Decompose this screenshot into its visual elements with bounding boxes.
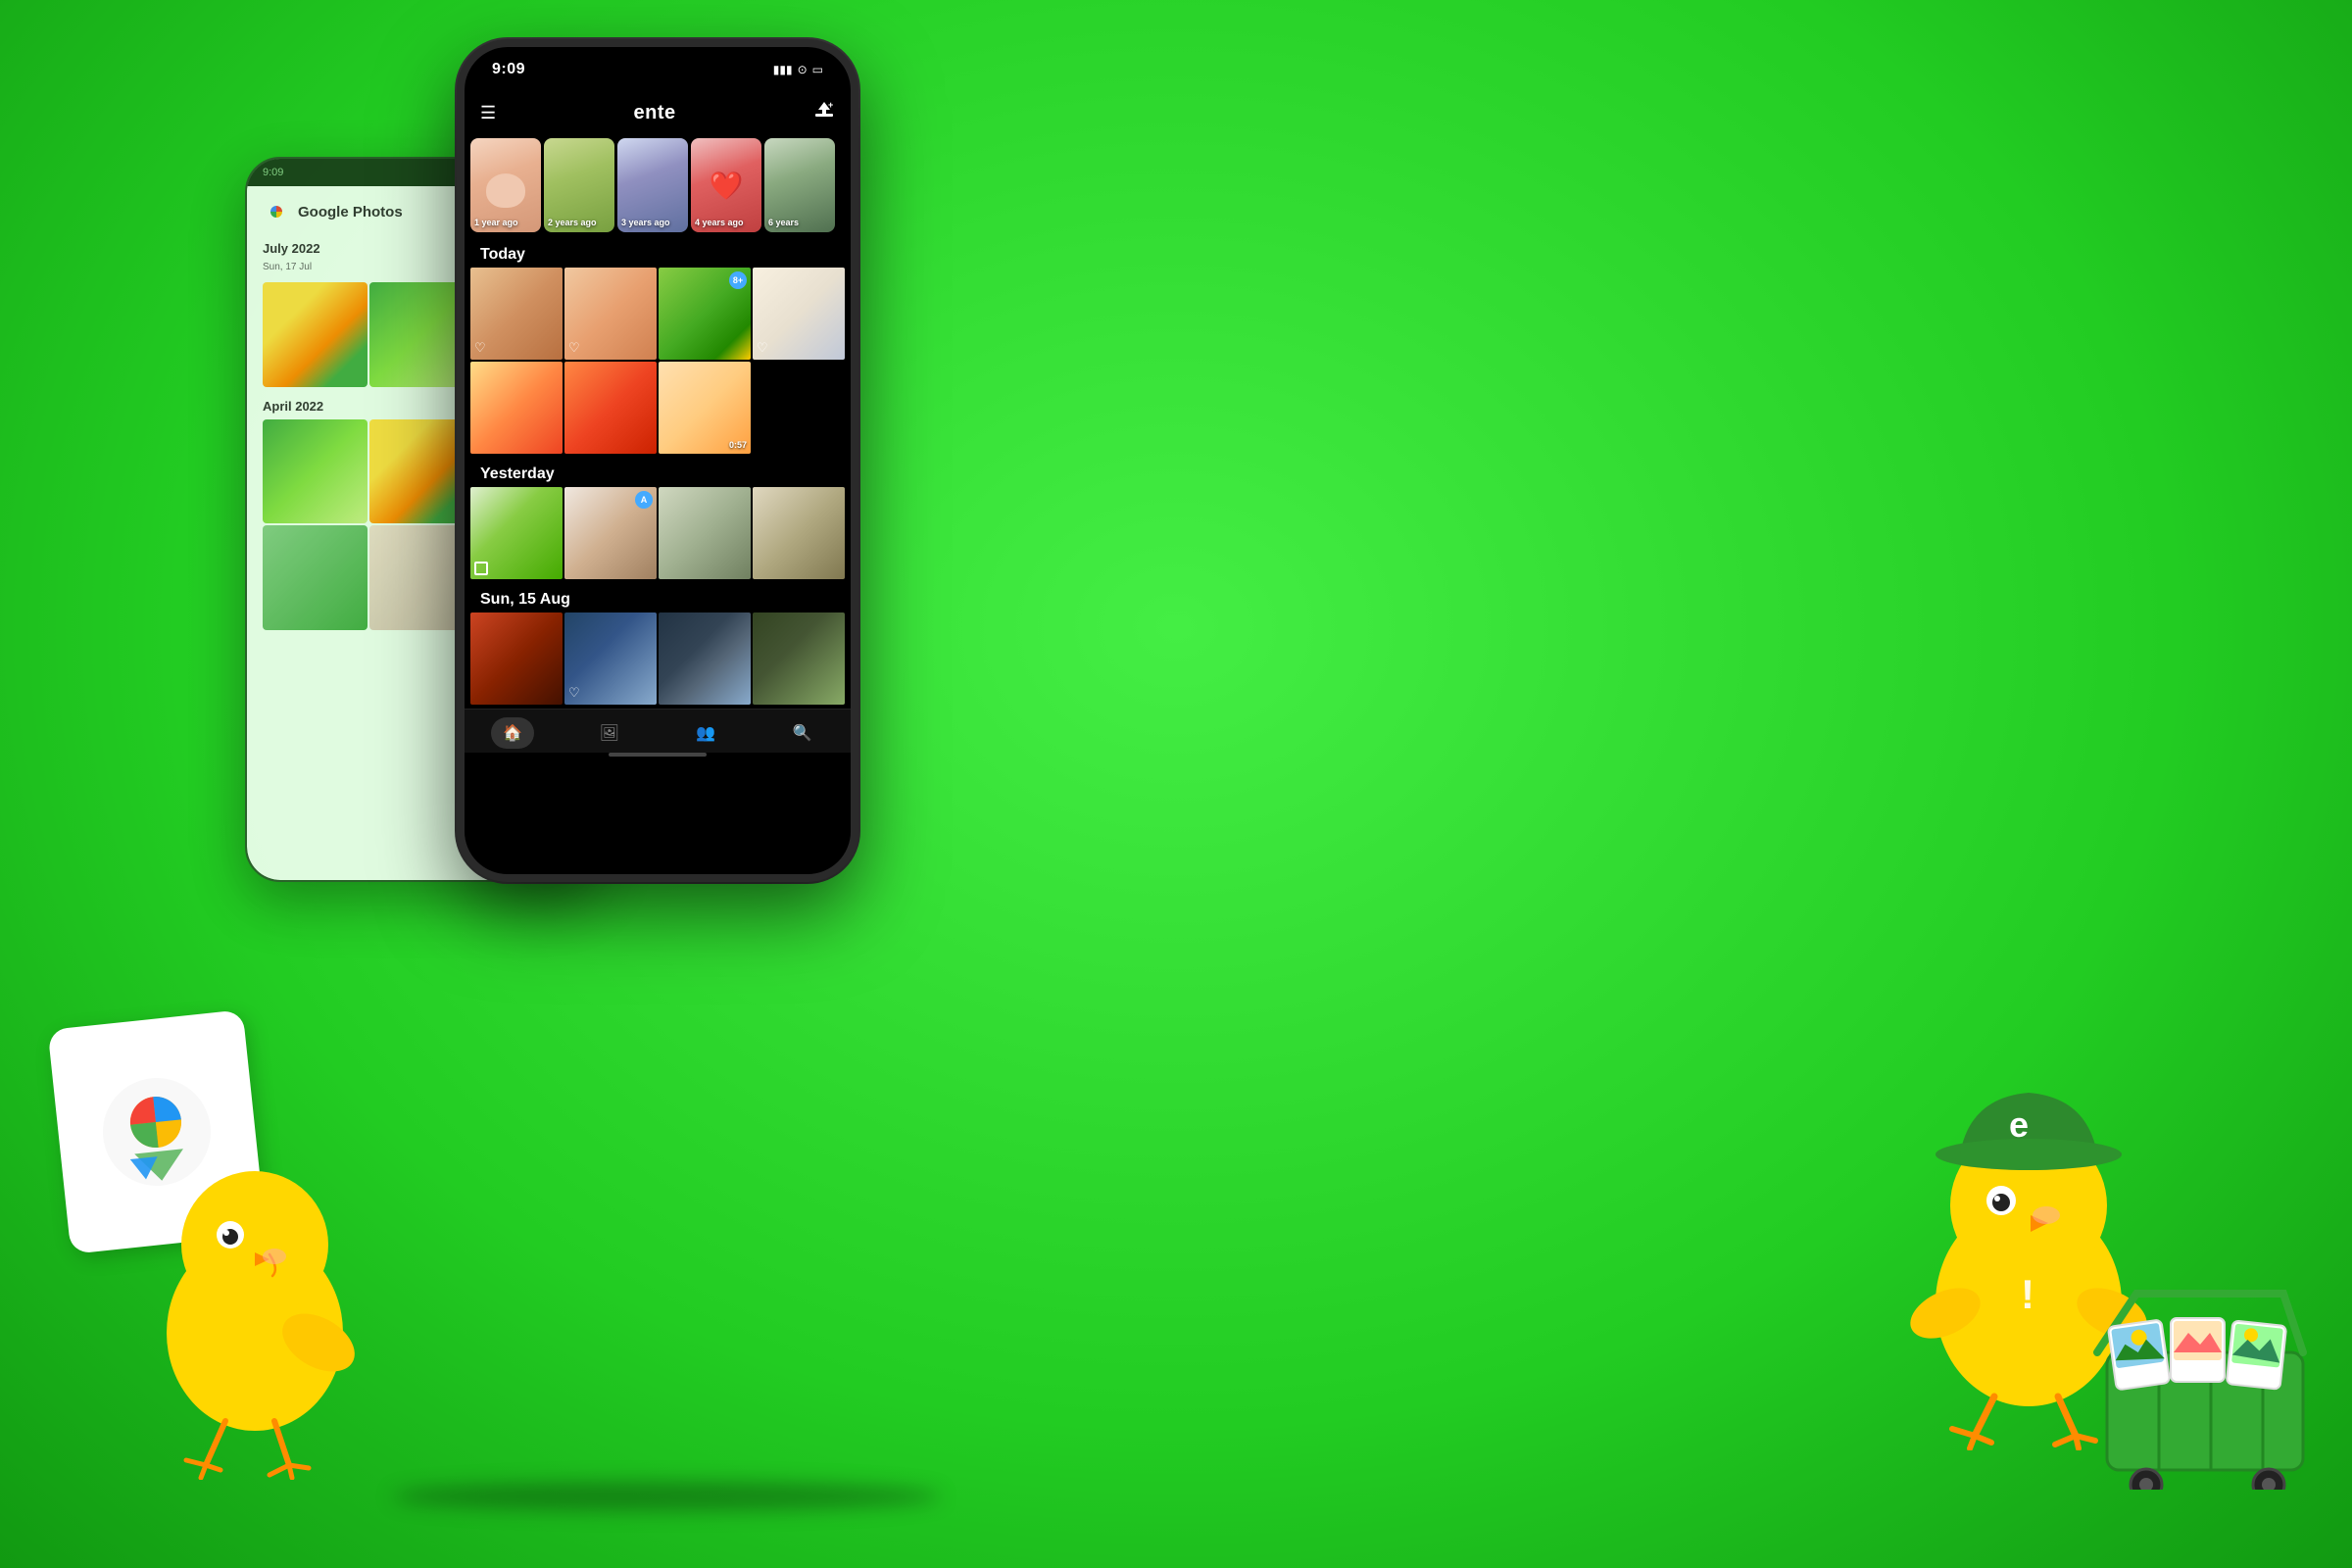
- memory-2[interactable]: 2 years ago: [544, 138, 614, 232]
- section-yesterday: Yesterday: [465, 458, 851, 487]
- svg-text:+: +: [828, 100, 833, 110]
- app-screen: ☰ ente + 1 year ago 2: [465, 92, 851, 874]
- photo-girl-pink[interactable]: [564, 362, 657, 454]
- aug-row1: ♡: [465, 612, 851, 705]
- photo-couple-walk[interactable]: [659, 487, 751, 579]
- photo-girl-balloons[interactable]: 0:57: [659, 362, 751, 454]
- memory-5[interactable]: 6 years: [764, 138, 835, 232]
- search-icon[interactable]: 🔍: [781, 717, 824, 749]
- memory-5-label: 6 years: [768, 218, 799, 228]
- back-phone-title: Google Photos: [298, 204, 403, 220]
- google-photos-logo: [263, 198, 290, 225]
- back-thumb-1: [263, 282, 368, 387]
- today-row1: ♡ ♡ 8+ ♡: [465, 268, 851, 360]
- checkbox-1[interactable]: [474, 562, 488, 575]
- back-thumb-7: [263, 525, 368, 630]
- hat-letter: e: [2009, 1104, 2029, 1145]
- heart-4: ♡: [568, 685, 580, 701]
- status-icons: ▮▮▮ ⊙ ▭: [773, 63, 823, 76]
- empty-cell: [753, 362, 845, 454]
- memory-4-label: 4 years ago: [695, 218, 744, 228]
- app-header: ☰ ente +: [465, 92, 851, 132]
- status-bar: 9:09 ▮▮▮ ⊙ ▭: [465, 47, 851, 92]
- battery-icon: ▭: [812, 63, 823, 76]
- heart-2: ♡: [568, 340, 580, 356]
- photo-girl-white[interactable]: A: [564, 487, 657, 579]
- dynamic-island: [618, 57, 697, 84]
- photo-birthday-table[interactable]: 8+: [659, 268, 751, 360]
- home-bar: [609, 753, 707, 757]
- photo-woman-field[interactable]: [470, 487, 563, 579]
- shopping-cart: [2087, 1274, 2332, 1490]
- shared-badge-2: A: [635, 491, 653, 509]
- video-duration: 0:57: [729, 440, 747, 450]
- left-bird-area: [0, 941, 490, 1490]
- back-phone-time: 9:09: [263, 167, 283, 178]
- home-indicator: [465, 753, 851, 760]
- memory-1-label: 1 year ago: [474, 218, 518, 228]
- hamburger-button[interactable]: ☰: [480, 103, 496, 123]
- memory-3[interactable]: 3 years ago: [617, 138, 688, 232]
- nav-home[interactable]: 🏠: [491, 717, 534, 749]
- left-bird: [118, 1088, 392, 1480]
- memory-3-label: 3 years ago: [621, 218, 670, 228]
- photo-forest-dark[interactable]: [659, 612, 751, 705]
- shared-badge: 8+: [729, 271, 747, 289]
- nav-search[interactable]: 🔍: [781, 717, 824, 749]
- photo-family-walk[interactable]: [753, 612, 845, 705]
- status-time: 9:09: [492, 61, 525, 78]
- people-icon[interactable]: 👥: [684, 717, 727, 749]
- memory-1[interactable]: 1 year ago: [470, 138, 541, 232]
- front-phone: 9:09 ▮▮▮ ⊙ ▭ ☰ ente +: [457, 39, 858, 882]
- photo-boy-river[interactable]: ♡: [564, 612, 657, 705]
- heart-3: ♡: [757, 340, 768, 356]
- app-title: ente: [634, 102, 676, 124]
- albums-icon[interactable]: 🖼: [588, 717, 631, 749]
- signal-icon: ▮▮▮: [773, 63, 793, 76]
- photo-family-party[interactable]: ♡: [470, 268, 563, 360]
- bottom-nav: 🏠 🖼 👥 🔍: [465, 709, 851, 753]
- photo-man-phone[interactable]: [753, 487, 845, 579]
- nav-people[interactable]: 👥: [684, 717, 727, 749]
- photo-woman-curly[interactable]: ♡: [564, 268, 657, 360]
- svg-text:!: !: [2021, 1271, 2034, 1317]
- memories-strip[interactable]: 1 year ago 2 years ago 3 years ago ❤️ 4 …: [465, 132, 851, 238]
- today-row2: 0:57: [465, 362, 851, 454]
- memory-2-label: 2 years ago: [548, 218, 597, 228]
- photo-baby-birthday[interactable]: [470, 362, 563, 454]
- wifi-icon: ⊙: [798, 63, 808, 76]
- photo-red-poppies[interactable]: [470, 612, 563, 705]
- home-icon[interactable]: 🏠: [491, 717, 534, 749]
- memory-4[interactable]: ❤️ 4 years ago: [691, 138, 761, 232]
- heart-1: ♡: [474, 340, 486, 356]
- right-bird-area: e !: [1823, 941, 2332, 1509]
- back-thumb-4: [263, 419, 368, 524]
- section-sun-aug: Sun, 15 Aug: [465, 583, 851, 612]
- yesterday-row1: A: [465, 487, 851, 579]
- section-today: Today: [465, 238, 851, 268]
- photo-wedding-cake[interactable]: ♡: [753, 268, 845, 360]
- nav-albums[interactable]: 🖼: [588, 717, 631, 749]
- upload-button[interactable]: +: [813, 100, 835, 126]
